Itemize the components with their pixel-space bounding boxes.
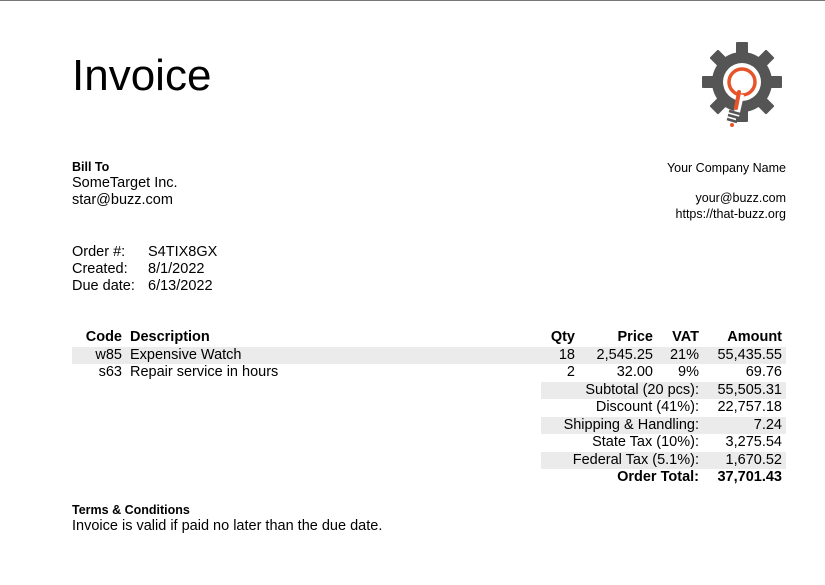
- header-qty: Qty: [550, 329, 575, 345]
- table-row: s63 Repair service in hours 2 32.00 9% 6…: [72, 364, 786, 382]
- header-amount: Amount: [727, 329, 782, 345]
- header-code: Code: [85, 329, 122, 345]
- totals-row-order-total: Order Total: 37,701.43: [72, 469, 786, 487]
- bill-to-label: Bill To: [72, 160, 110, 174]
- line-items-table: Code Description Qty Price VAT Amount w8…: [72, 329, 786, 487]
- totals-row-shipping: Shipping & Handling: 7.24: [72, 416, 786, 434]
- company-email: your@buzz.com: [695, 191, 787, 205]
- company-info: Your Company Name your@buzz.com https://…: [667, 160, 786, 222]
- header-description: Description: [130, 329, 210, 345]
- subtotal-value: 55,505.31: [703, 381, 786, 399]
- order-number-label: Order #:: [72, 244, 126, 260]
- federal-tax-label: Federal Tax (5.1%):: [541, 451, 703, 469]
- table-header-row: Code Description Qty Price VAT Amount: [72, 329, 786, 347]
- row-description: Repair service in hours: [130, 364, 279, 380]
- state-tax-label: State Tax (10%):: [592, 434, 699, 450]
- shipping-label: Shipping & Handling:: [541, 416, 703, 434]
- totals-row-subtotal: Subtotal (20 pcs): 55,505.31: [72, 381, 786, 399]
- company-name: Your Company Name: [666, 161, 786, 175]
- discount-label: Discount (41%):: [595, 399, 699, 415]
- header-vat: VAT: [672, 329, 699, 345]
- company-website: https://that-buzz.org: [675, 207, 786, 221]
- order-details: Order #: S4TIX8GX Created: 8/1/2022 Due …: [72, 244, 217, 295]
- due-date-label: Due date:: [72, 278, 135, 294]
- shipping-value: 7.24: [703, 416, 786, 434]
- table-row: w85 Expensive Watch 18 2,545.25 21% 55,4…: [72, 346, 786, 364]
- discount-value: 22,757.18: [717, 399, 782, 415]
- totals-row-federal-tax: Federal Tax (5.1%): 1,670.52: [72, 451, 786, 469]
- created-label: Created:: [72, 261, 128, 277]
- terms-text: Invoice is valid if paid no later than t…: [72, 518, 383, 534]
- totals-row-state-tax: State Tax (10%): 3,275.54: [72, 434, 786, 452]
- bill-to-name: SomeTarget Inc.: [72, 175, 178, 191]
- order-total-label: Order Total:: [617, 469, 699, 485]
- order-total-value: 37,701.43: [717, 469, 782, 485]
- row-description: Expensive Watch: [126, 346, 541, 364]
- totals-row-discount: Discount (41%): 22,757.18: [72, 399, 786, 417]
- state-tax-value: 3,275.54: [725, 434, 782, 450]
- row-code: w85: [72, 346, 126, 364]
- row-amount: 69.76: [745, 364, 782, 380]
- bill-to-section: Bill To SomeTarget Inc. star@buzz.com: [72, 160, 178, 209]
- row-amount: 55,435.55: [703, 346, 786, 364]
- row-qty: 18: [541, 346, 579, 364]
- header-price: Price: [617, 329, 653, 345]
- terms-label: Terms & Conditions: [72, 503, 190, 517]
- subtotal-label: Subtotal (20 pcs):: [541, 381, 703, 399]
- row-price: 2,545.25: [579, 346, 657, 364]
- row-vat: 9%: [678, 364, 699, 380]
- top-border: [0, 0, 825, 1]
- bill-to-email: star@buzz.com: [72, 192, 173, 208]
- row-price: 32.00: [616, 364, 653, 380]
- created-date: 8/1/2022: [148, 261, 205, 277]
- gear-lightbulb-logo-icon: [702, 42, 782, 127]
- row-qty: 2: [566, 364, 575, 380]
- federal-tax-value: 1,670.52: [703, 451, 786, 469]
- due-date: 6/13/2022: [148, 278, 213, 294]
- row-code: s63: [98, 364, 122, 380]
- page-title: Invoice: [72, 51, 212, 100]
- terms-section: Terms & Conditions Invoice is valid if p…: [72, 503, 382, 535]
- order-number: S4TIX8GX: [148, 244, 218, 260]
- row-vat: 21%: [657, 346, 703, 364]
